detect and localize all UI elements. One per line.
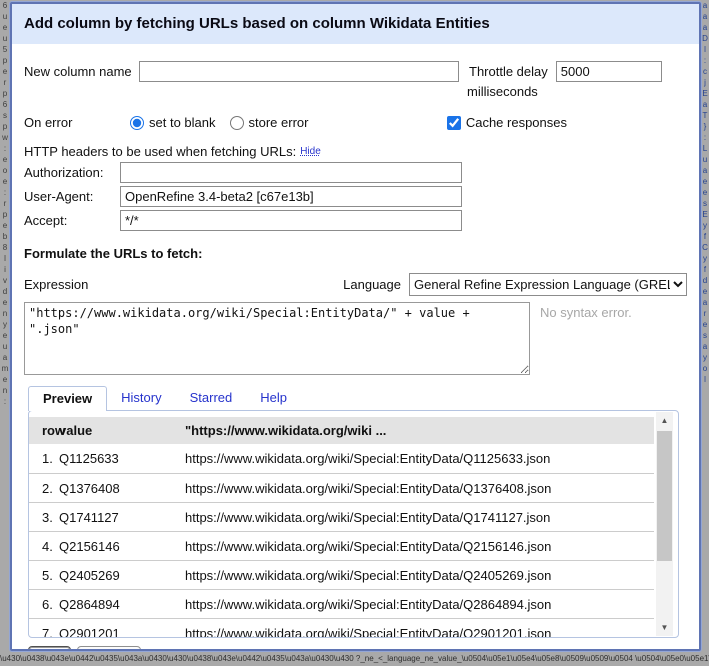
on-error-label: On error	[24, 115, 130, 130]
user-agent-label: User-Agent:	[24, 189, 120, 204]
new-column-name-label: New column name	[24, 64, 139, 79]
cache-responses-checkbox[interactable]	[447, 116, 461, 130]
preview-rows: 1.Q1125633https://www.wikidata.org/wiki/…	[29, 444, 654, 638]
preview-scrollbar[interactable]: ▲ ▼	[656, 412, 673, 636]
cache-responses-option[interactable]: Cache responses	[447, 115, 567, 130]
expression-label: Expression	[24, 277, 88, 292]
scroll-down-icon[interactable]: ▼	[656, 619, 673, 636]
row-index: 7.	[29, 626, 57, 639]
language-label: Language	[343, 277, 401, 292]
row-value: Q1376408	[57, 481, 185, 496]
hide-headers-link[interactable]: Hide	[300, 146, 321, 157]
table-row: 1.Q1125633https://www.wikidata.org/wiki/…	[29, 444, 654, 473]
dialog-footer: OK Cancel	[28, 646, 699, 651]
row-url: https://www.wikidata.org/wiki/Special:En…	[185, 451, 654, 466]
row-index: 5.	[29, 568, 57, 583]
tab-help[interactable]: Help	[246, 386, 301, 410]
expression-textarea[interactable]: "https://www.wikidata.org/wiki/Special:E…	[24, 302, 530, 375]
row-value: Q2405269	[57, 568, 185, 583]
preview-tab-bar: Preview History Starred Help	[12, 386, 699, 410]
tab-preview[interactable]: Preview	[28, 386, 107, 411]
cache-responses-label: Cache responses	[466, 115, 567, 130]
http-headers-label: HTTP headers to be used when fetching UR…	[24, 144, 296, 159]
table-row: 6.Q2864894https://www.wikidata.org/wiki/…	[29, 589, 654, 618]
row-url: https://www.wikidata.org/wiki/Special:En…	[185, 568, 654, 583]
row-index: 2.	[29, 481, 57, 496]
set-to-blank-label: set to blank	[149, 115, 216, 130]
dialog-body: New column name Throttle delay milliseco…	[12, 61, 699, 375]
row-url: https://www.wikidata.org/wiki/Special:En…	[185, 626, 654, 639]
authorization-label: Authorization:	[24, 165, 120, 180]
milliseconds-label: milliseconds	[467, 84, 538, 99]
new-column-name-input[interactable]	[139, 61, 459, 82]
row-value: Q2156146	[57, 539, 185, 554]
accept-input[interactable]	[120, 210, 462, 231]
row-value: Q1741127	[57, 510, 185, 525]
tab-starred[interactable]: Starred	[176, 386, 247, 410]
table-row: 2.Q1376408https://www.wikidata.org/wiki/…	[29, 473, 654, 502]
column-header-row: row	[29, 423, 57, 438]
radio-option-store-error[interactable]: store error	[230, 115, 309, 130]
column-header-url: "https://www.wikidata.org/wiki ...	[185, 423, 654, 438]
formulate-urls-label: Formulate the URLs to fetch:	[24, 246, 687, 261]
row-value: Q2901201	[57, 626, 185, 639]
table-row: 4.Q2156146https://www.wikidata.org/wiki/…	[29, 531, 654, 560]
add-column-by-fetching-urls-dialog: Add column by fetching URLs based on col…	[10, 2, 701, 651]
accept-label: Accept:	[24, 213, 120, 228]
table-row: 5.Q2405269https://www.wikidata.org/wiki/…	[29, 560, 654, 589]
store-error-radio[interactable]	[230, 116, 244, 130]
background-page-bottom-text: \u430\u0438\u043e\u0442\u0435\u043a\u043…	[0, 653, 709, 665]
table-row: 7.Q2901201https://www.wikidata.org/wiki/…	[29, 618, 654, 638]
user-agent-input[interactable]	[120, 186, 462, 207]
row-index: 1.	[29, 451, 57, 466]
tab-history[interactable]: History	[107, 386, 175, 410]
language-select[interactable]: General Refine Expression Language (GREL…	[409, 273, 687, 296]
row-index: 4.	[29, 539, 57, 554]
authorization-input[interactable]	[120, 162, 462, 183]
background-page-right-sliver: a a a D l : c j E a T } : L u a e e s E …	[701, 0, 709, 666]
scrollbar-thumb[interactable]	[657, 431, 672, 561]
throttle-delay-label: Throttle delay	[469, 64, 548, 79]
row-url: https://www.wikidata.org/wiki/Special:En…	[185, 597, 654, 612]
http-headers-list: Authorization: User-Agent: Accept:	[24, 162, 687, 231]
throttle-delay-input[interactable]	[556, 61, 662, 82]
row-url: https://www.wikidata.org/wiki/Special:En…	[185, 510, 654, 525]
ok-button[interactable]: OK	[28, 646, 71, 651]
row-url: https://www.wikidata.org/wiki/Special:En…	[185, 539, 654, 554]
preview-panel: row value "https://www.wikidata.org/wiki…	[28, 410, 679, 638]
preview-table-header: row value "https://www.wikidata.org/wiki…	[29, 417, 654, 444]
row-index: 6.	[29, 597, 57, 612]
set-to-blank-radio[interactable]	[130, 116, 144, 130]
row-index: 3.	[29, 510, 57, 525]
table-row: 3.Q1741127https://www.wikidata.org/wiki/…	[29, 502, 654, 531]
cancel-button[interactable]: Cancel	[77, 646, 141, 651]
syntax-status-text: No syntax error.	[540, 305, 632, 320]
column-header-value: value	[57, 423, 185, 438]
row-url: https://www.wikidata.org/wiki/Special:En…	[185, 481, 654, 496]
store-error-label: store error	[249, 115, 309, 130]
background-page-left-sliver: 6 u e u 5 p e r p 6 s p w : e o e : r p …	[0, 0, 10, 666]
scroll-up-icon[interactable]: ▲	[656, 412, 673, 429]
radio-option-set-to-blank[interactable]: set to blank	[130, 115, 216, 130]
preview-table: row value "https://www.wikidata.org/wiki…	[29, 417, 654, 638]
row-value: Q2864894	[57, 597, 185, 612]
dialog-title: Add column by fetching URLs based on col…	[12, 4, 699, 44]
row-value: Q1125633	[57, 451, 185, 466]
